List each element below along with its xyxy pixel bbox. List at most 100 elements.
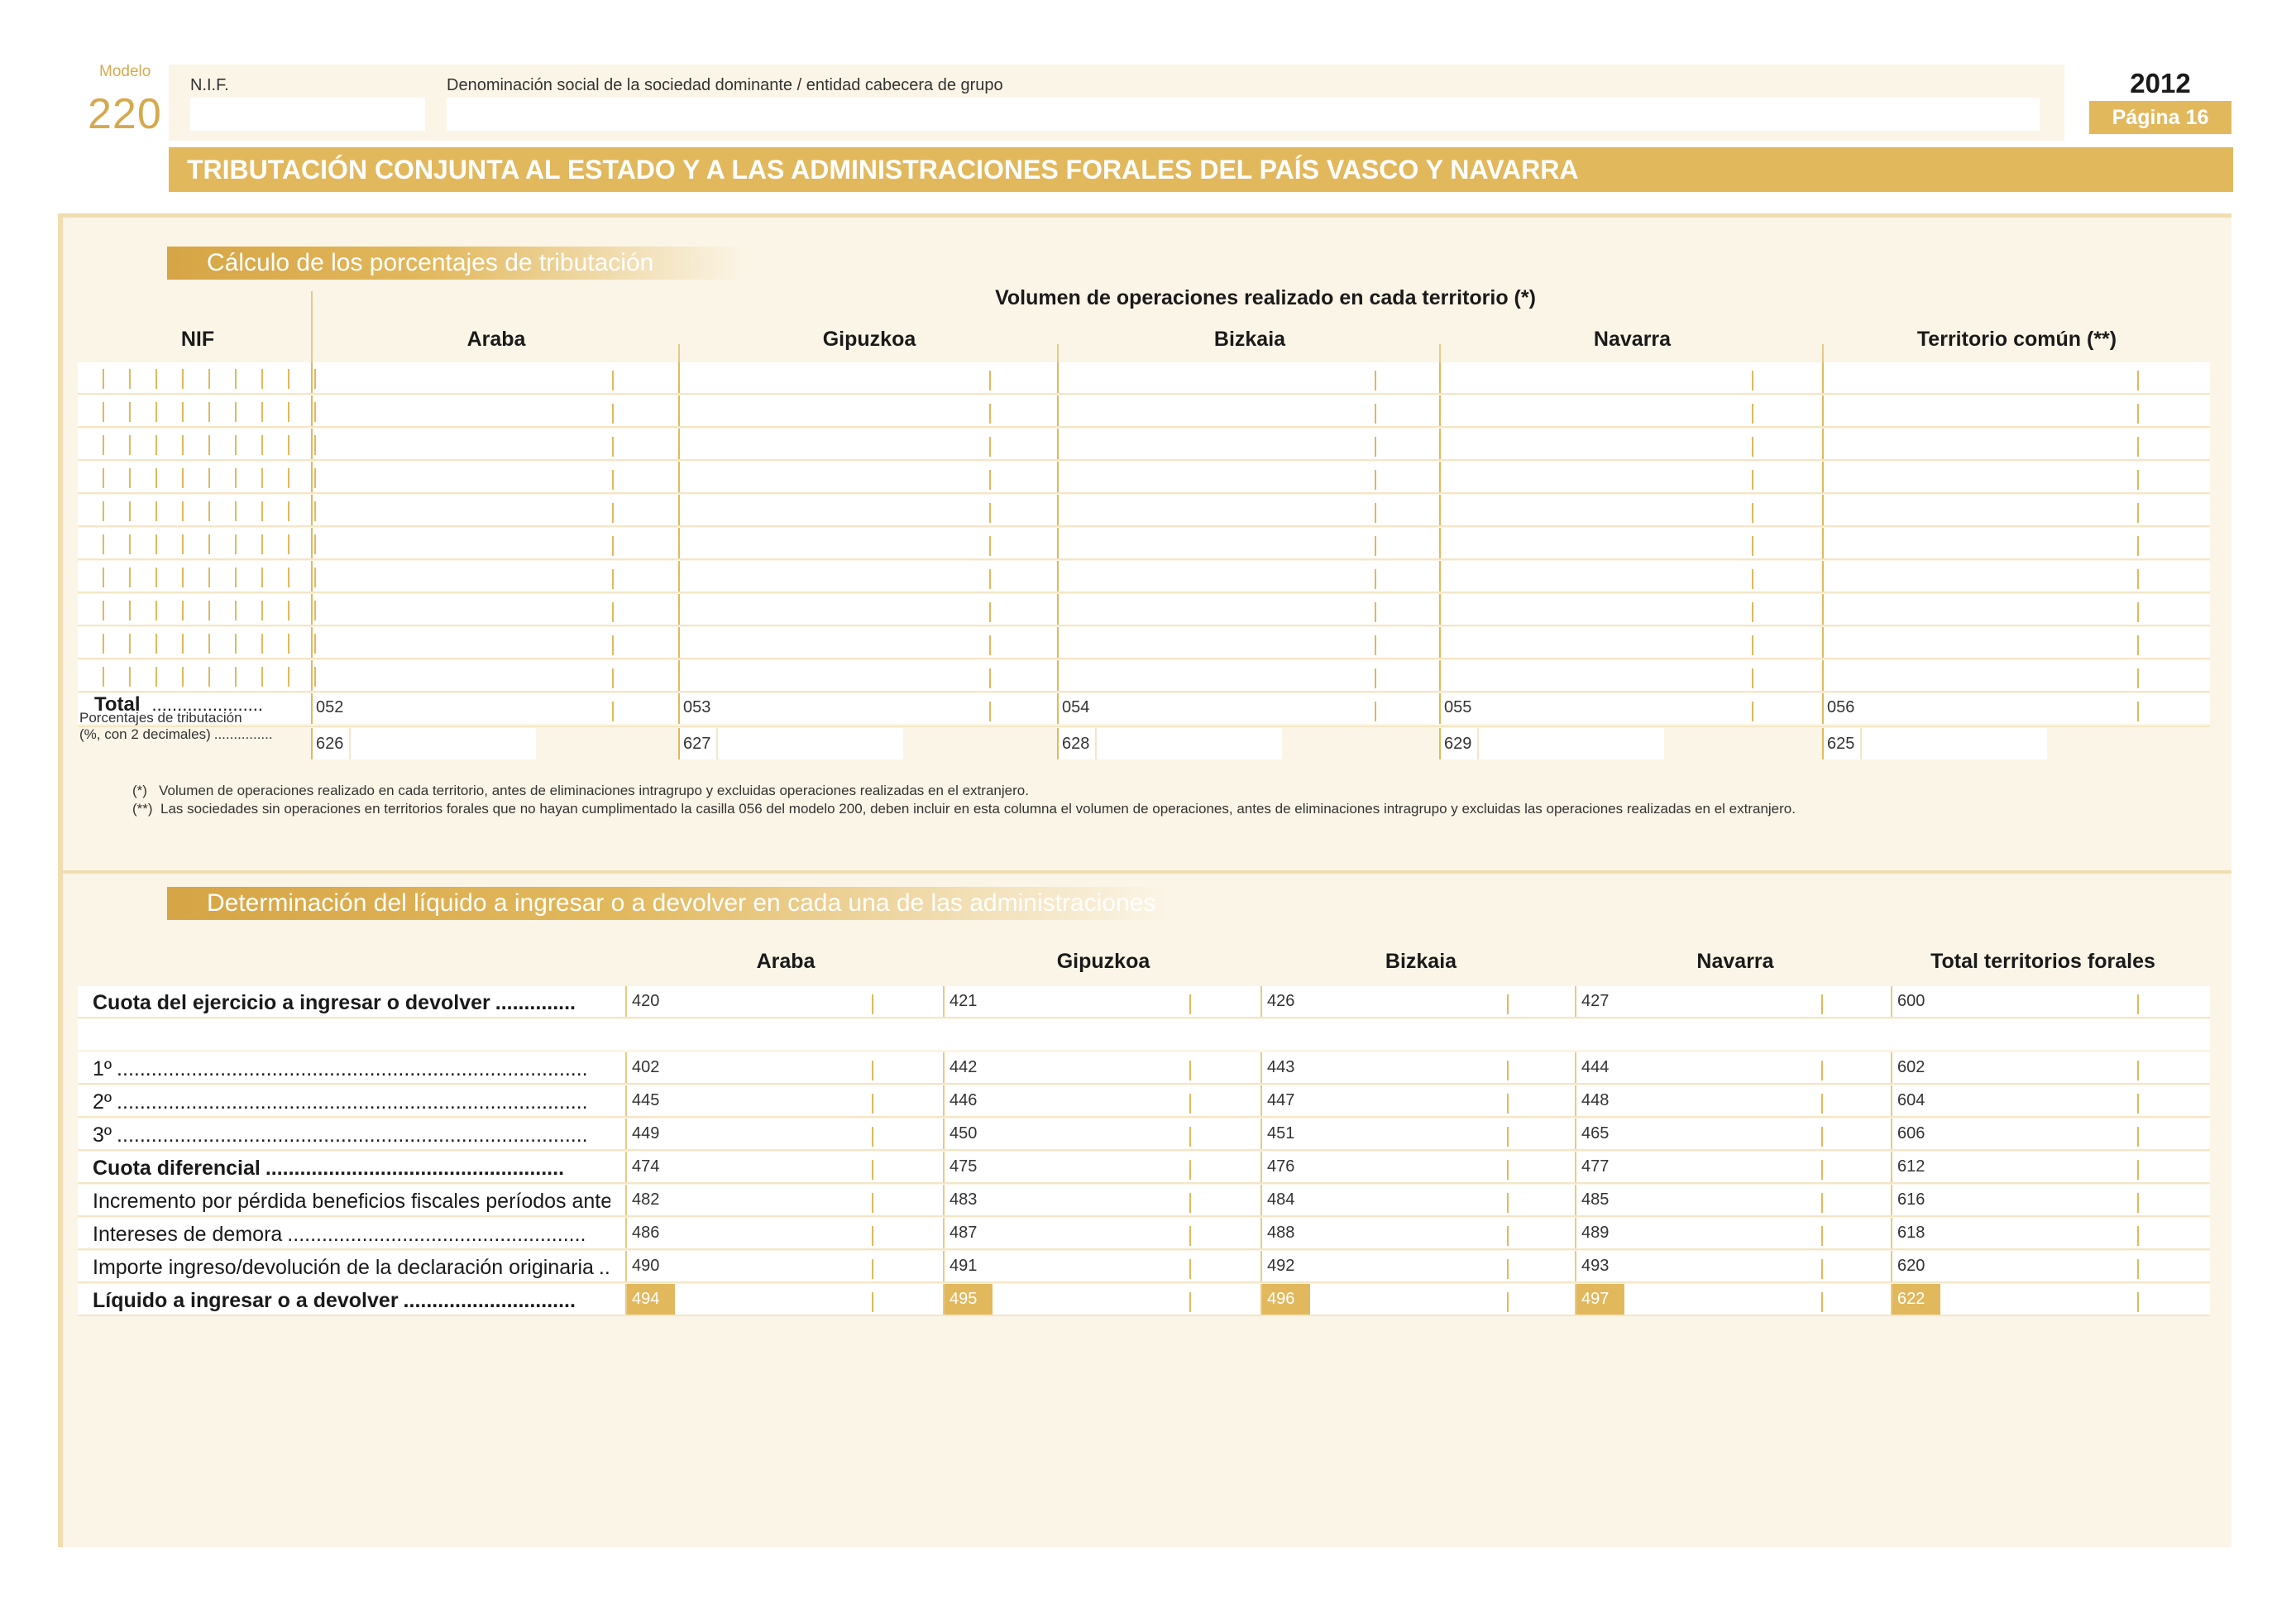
- column-separator: [1822, 528, 1824, 558]
- box-code-602: 602: [1892, 1052, 1940, 1083]
- nif-char-tick: [261, 534, 263, 554]
- total-input-055[interactable]: [1484, 693, 1817, 724]
- amount-input-493[interactable]: [1626, 1251, 1877, 1281]
- amount-input-606[interactable]: [1942, 1119, 2193, 1149]
- amount-input-402[interactable]: [677, 1052, 928, 1083]
- amount-input-497[interactable]: [1626, 1284, 1877, 1315]
- amount-input-476[interactable]: [1312, 1152, 1563, 1182]
- amount-input-622[interactable]: [1942, 1284, 2193, 1315]
- amount-input-612[interactable]: [1942, 1152, 2193, 1182]
- amount-input-482[interactable]: [677, 1185, 928, 1215]
- amount-input-421[interactable]: [994, 986, 1246, 1017]
- decimal-tick: [2137, 635, 2139, 655]
- nif-input[interactable]: [190, 98, 425, 131]
- table-row[interactable]: [78, 429, 2210, 459]
- amount-input-604[interactable]: [1942, 1085, 2193, 1116]
- amount-input-487[interactable]: [994, 1218, 1246, 1248]
- decimal-tick: [612, 536, 614, 556]
- amount-input-620[interactable]: [1942, 1251, 2193, 1281]
- amount-input-477[interactable]: [1626, 1152, 1877, 1182]
- amount-input-448[interactable]: [1626, 1085, 1877, 1116]
- amount-input-495[interactable]: [994, 1284, 1246, 1315]
- amount-input-490[interactable]: [677, 1251, 928, 1281]
- box-code-618: 618: [1892, 1218, 1940, 1248]
- box-code-451: 451: [1262, 1119, 1310, 1149]
- pct-input-626[interactable]: [313, 728, 536, 759]
- row-divider: [78, 1182, 2210, 1184]
- table-row[interactable]: [78, 528, 2210, 558]
- amount-input-445[interactable]: [677, 1085, 928, 1116]
- amount-input-600[interactable]: [1942, 986, 2193, 1017]
- amount-input-446[interactable]: [994, 1085, 1246, 1116]
- amount-input-450[interactable]: [994, 1119, 1246, 1149]
- total-input-056[interactable]: [1867, 693, 2203, 724]
- year-badge: 2012: [2089, 69, 2231, 98]
- amount-input-486[interactable]: [677, 1218, 928, 1248]
- denominacion-input[interactable]: [447, 98, 2040, 131]
- table-row[interactable]: [78, 627, 2210, 658]
- amount-input-488[interactable]: [1312, 1218, 1563, 1248]
- decimal-tick: [872, 1127, 873, 1147]
- amount-input-489[interactable]: [1626, 1218, 1877, 1248]
- table-row[interactable]: [78, 660, 2210, 691]
- amount-input-420[interactable]: [677, 986, 928, 1017]
- amount-input-447[interactable]: [1312, 1085, 1563, 1116]
- column-separator: [678, 495, 680, 525]
- section-divider: [63, 870, 2231, 874]
- nif-char-tick: [129, 667, 131, 687]
- row-divider: [78, 691, 2210, 692]
- amount-input-474[interactable]: [677, 1152, 928, 1182]
- box-code-427: 427: [1576, 986, 1624, 1017]
- column-separator: [1822, 594, 1824, 625]
- total-input-054[interactable]: [1102, 693, 1434, 724]
- table-row[interactable]: [78, 594, 2210, 625]
- box-code-485: 485: [1576, 1185, 1624, 1215]
- amount-input-496[interactable]: [1312, 1284, 1563, 1315]
- decimal-tick: [872, 1226, 873, 1246]
- amount-input-442[interactable]: [994, 1052, 1246, 1083]
- amount-input-618[interactable]: [1942, 1218, 2193, 1248]
- amount-input-483[interactable]: [994, 1185, 1246, 1215]
- pct-input-628[interactable]: [1059, 728, 1282, 759]
- total-input-053[interactable]: [723, 693, 1052, 724]
- table-row[interactable]: [78, 462, 2210, 492]
- pct-input-629[interactable]: [1441, 728, 1664, 759]
- amount-input-449[interactable]: [677, 1119, 928, 1149]
- table-row[interactable]: [78, 395, 2210, 426]
- table-row[interactable]: [78, 495, 2210, 525]
- code-separator: [1095, 728, 1097, 759]
- amount-input-485[interactable]: [1626, 1185, 1877, 1215]
- amount-input-616[interactable]: [1942, 1185, 2193, 1215]
- amount-input-491[interactable]: [994, 1251, 1246, 1281]
- column-separator: [1057, 362, 1059, 393]
- box-code-053: 053: [683, 698, 711, 716]
- nif-char-tick: [129, 601, 131, 620]
- amount-input-602[interactable]: [1942, 1052, 2193, 1083]
- pct-input-625[interactable]: [1824, 728, 2047, 759]
- decimal-tick: [2137, 1061, 2139, 1080]
- amount-input-494[interactable]: [677, 1284, 928, 1315]
- nif-char-tick: [314, 634, 316, 654]
- amount-input-484[interactable]: [1312, 1185, 1563, 1215]
- amount-input-451[interactable]: [1312, 1119, 1563, 1149]
- table-row[interactable]: [78, 362, 2210, 393]
- amount-input-426[interactable]: [1312, 986, 1563, 1017]
- pct-input-627[interactable]: [680, 728, 903, 759]
- amount-input-475[interactable]: [994, 1152, 1246, 1182]
- row-label-text: Importe ingreso/devolución de la declara…: [93, 1256, 594, 1279]
- table-row[interactable]: [78, 561, 2210, 592]
- box-code-445: 445: [627, 1085, 675, 1116]
- amount-input-444[interactable]: [1626, 1052, 1877, 1083]
- decimal-tick: [1507, 1226, 1509, 1246]
- column-separator: [1439, 561, 1441, 592]
- amount-input-427[interactable]: [1626, 986, 1877, 1017]
- nif-char-tick: [182, 369, 184, 389]
- total-input-052[interactable]: [356, 693, 673, 724]
- column-separator: [678, 395, 680, 426]
- nif-char-tick: [288, 601, 289, 620]
- decimal-tick: [872, 1160, 873, 1180]
- amount-input-443[interactable]: [1312, 1052, 1563, 1083]
- amount-input-492[interactable]: [1312, 1251, 1563, 1281]
- decimal-tick: [1189, 1061, 1191, 1080]
- amount-input-465[interactable]: [1626, 1119, 1877, 1149]
